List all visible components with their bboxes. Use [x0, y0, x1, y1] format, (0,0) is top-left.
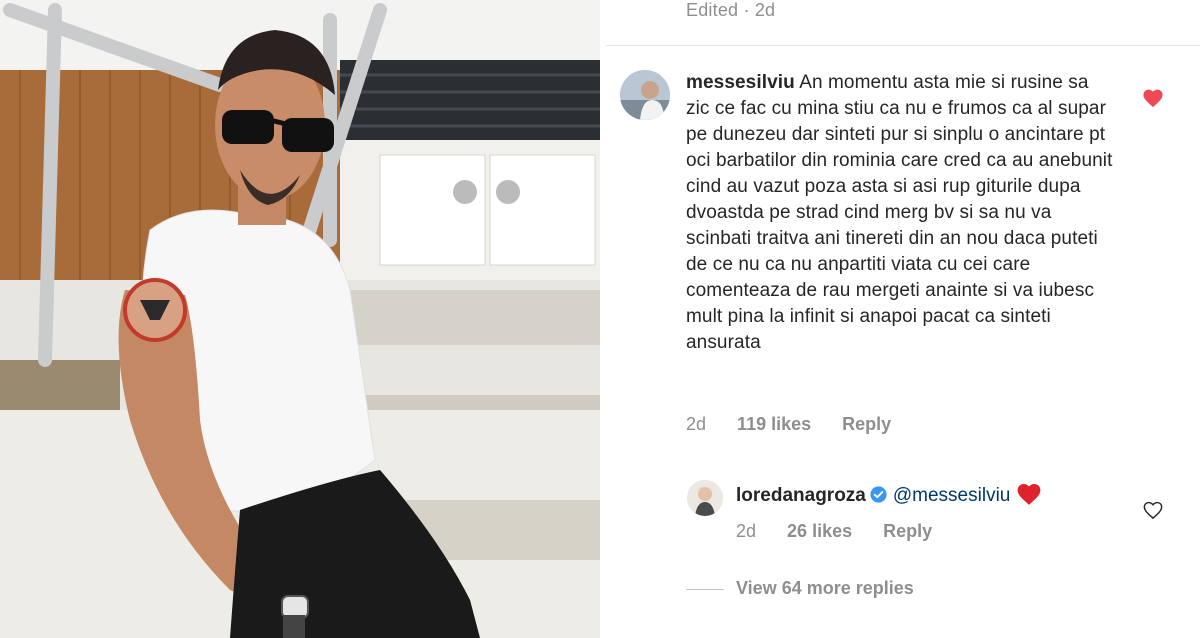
edited-label: Edited · 2d	[686, 0, 776, 20]
reply-mention[interactable]: @messesilviu	[893, 485, 1010, 506]
reply-username[interactable]: loredanagroza	[736, 485, 866, 506]
comment-likes[interactable]: 119 likes	[737, 414, 811, 434]
reply-likes[interactable]: 26 likes	[787, 521, 852, 541]
verified-badge-icon	[870, 486, 887, 503]
reply-meta: 2d 26 likes Reply	[736, 521, 958, 542]
heart-filled-icon[interactable]	[1142, 88, 1164, 108]
view-more-replies-button[interactable]: View 64 more replies	[686, 578, 914, 599]
comment-body: messesilviu An momentu asta mie si rusin…	[686, 70, 1116, 356]
comments-panel: Edited · 2d messesilviu An momentu asta …	[606, 0, 1200, 638]
reply-reply-button[interactable]: Reply	[883, 521, 932, 541]
user-photo-icon	[687, 480, 723, 516]
red-heart-emoji-icon	[1017, 484, 1041, 505]
heart-outline-icon[interactable]	[1142, 500, 1164, 520]
comment-meta: 2d 119 likes Reply	[686, 414, 917, 435]
comment-text: An momentu asta mie si rusine sa zic ce …	[686, 72, 1113, 353]
comment-reply-button[interactable]: Reply	[842, 414, 891, 434]
avatar[interactable]	[620, 70, 670, 120]
photo-illustration	[0, 0, 600, 638]
view-more-label: View 64 more replies	[736, 578, 914, 598]
reply-avatar[interactable]	[687, 480, 723, 516]
divider-line	[606, 45, 1200, 46]
comment-username[interactable]: messesilviu	[686, 72, 795, 93]
comment-time: 2d	[686, 414, 707, 434]
reply-time: 2d	[736, 521, 757, 541]
user-photo-icon	[620, 70, 670, 120]
reply-body: loredanagroza @messesilviu	[736, 482, 1042, 507]
dash-line	[686, 588, 724, 590]
post-photo	[0, 0, 600, 638]
